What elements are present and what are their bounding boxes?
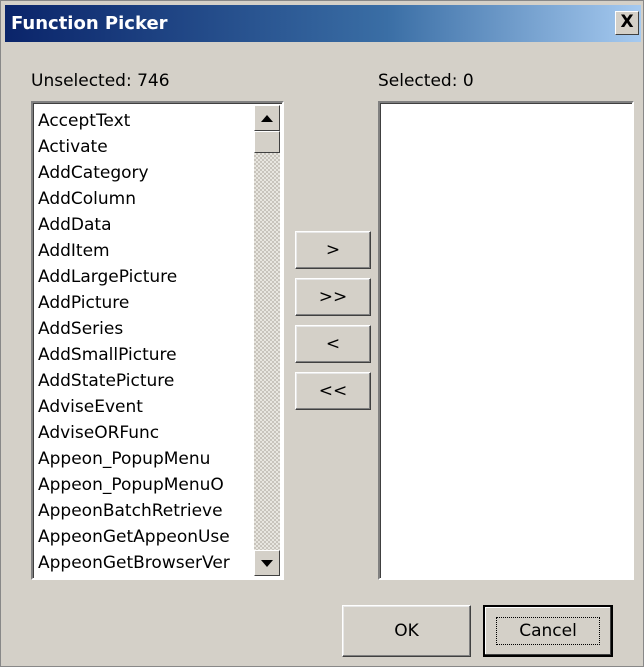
remove-all-button[interactable]: << (295, 372, 371, 410)
add-all-button[interactable]: >> (295, 278, 371, 316)
ok-button[interactable]: OK (342, 605, 471, 657)
cancel-button[interactable]: Cancel (483, 605, 613, 657)
list-item[interactable]: AddLargePicture (38, 264, 252, 290)
list-item[interactable]: Appeon_PopupMenu (38, 446, 252, 472)
remove-button[interactable]: < (295, 325, 371, 363)
list-item[interactable]: AddItem (38, 238, 252, 264)
scroll-up-button[interactable] (254, 105, 280, 131)
list-item[interactable]: AppeonBatchRetrieve (38, 498, 252, 524)
scrollbar-thumb[interactable] (254, 131, 280, 153)
vertical-scrollbar[interactable] (254, 105, 280, 576)
unselected-list[interactable]: AcceptText Activate AddCategory AddColum… (31, 101, 284, 580)
add-button[interactable]: > (295, 231, 371, 269)
arrow-down-icon (261, 559, 273, 567)
title-bar[interactable]: Function Picker X (5, 5, 641, 42)
list-item[interactable]: AddCategory (38, 160, 252, 186)
list-item[interactable]: AddColumn (38, 186, 252, 212)
unselected-count-label: Unselected: 746 (31, 71, 170, 91)
list-item[interactable]: AddPicture (38, 290, 252, 316)
list-item[interactable]: AddStatePicture (38, 368, 252, 394)
list-item[interactable]: AddData (38, 212, 252, 238)
selected-list[interactable] (378, 101, 634, 580)
scroll-down-button[interactable] (254, 550, 280, 576)
cancel-button-label: Cancel (496, 617, 600, 645)
close-icon: X (620, 12, 634, 32)
list-item[interactable]: AddSeries (38, 316, 252, 342)
arrow-up-icon (261, 114, 273, 122)
list-item[interactable]: Activate (38, 134, 252, 160)
list-item[interactable]: AppeonGetBrowserVer (38, 550, 252, 576)
list-item[interactable]: AppeonGetAppeonUse (38, 524, 252, 550)
list-item[interactable]: AddSmallPicture (38, 342, 252, 368)
list-item[interactable]: Appeon_PopupMenuO (38, 472, 252, 498)
close-button[interactable]: X (615, 11, 639, 35)
list-item[interactable]: AdviseEvent (38, 394, 252, 420)
window-title: Function Picker (11, 13, 168, 34)
list-item[interactable]: AcceptText (38, 108, 252, 134)
selected-count-label: Selected: 0 (378, 71, 474, 91)
function-picker-dialog: Function Picker X Unselected: 746 Select… (0, 0, 644, 667)
list-item[interactable]: AdviseORFunc (38, 420, 252, 446)
